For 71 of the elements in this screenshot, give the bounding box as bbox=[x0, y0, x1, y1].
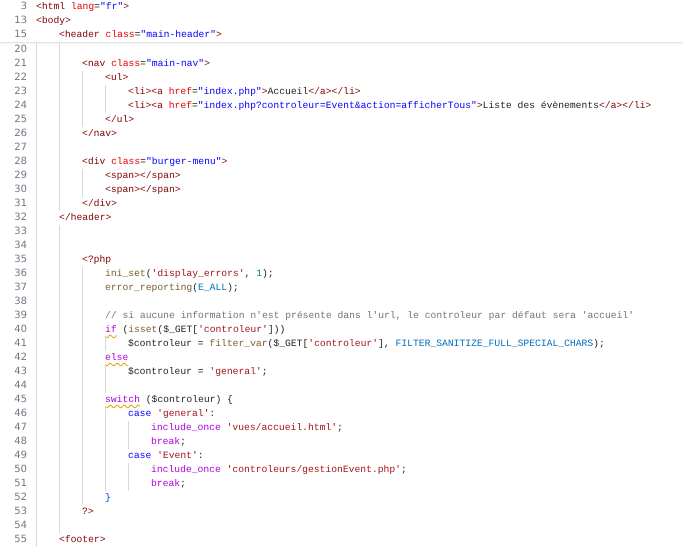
code-line[interactable]: <footer> bbox=[59, 533, 106, 547]
line-number: 43 bbox=[13, 365, 27, 379]
line-number: 3 bbox=[20, 0, 27, 14]
code-line[interactable]: break; bbox=[151, 435, 186, 449]
line-number: 13 bbox=[13, 14, 27, 28]
code-line[interactable]: } bbox=[105, 491, 111, 505]
line-number: 33 bbox=[13, 225, 27, 239]
line-number: 53 bbox=[13, 505, 27, 519]
line-number: 32 bbox=[13, 211, 27, 225]
line-number: 44 bbox=[13, 379, 27, 393]
code-line[interactable]: <span></span> bbox=[105, 169, 181, 183]
code-line[interactable]: <?php bbox=[82, 253, 112, 267]
line-number: 34 bbox=[13, 239, 27, 253]
line-number: 38 bbox=[13, 295, 27, 309]
code-line[interactable]: <li><a href="index.php?controleur=Event&action=afficherTous">Liste des évènements</a></li> bbox=[128, 99, 652, 113]
code-line[interactable]: </nav> bbox=[82, 127, 117, 141]
line-number: 48 bbox=[13, 435, 27, 449]
code-line[interactable]: </ul> bbox=[105, 113, 134, 127]
code-line[interactable]: include_once 'controleurs/gestionEvent.php'; bbox=[151, 463, 407, 477]
line-number: 39 bbox=[13, 309, 27, 323]
line-number: 37 bbox=[13, 281, 27, 295]
line-number: 46 bbox=[13, 407, 27, 421]
code-line[interactable]: </div> bbox=[82, 197, 117, 211]
code-line[interactable]: $controleur = filter_var($_GET['controleur'], FILTER_SANITIZE_FULL_SPECIAL_CHARS); bbox=[128, 337, 605, 351]
code-line[interactable]: <ul> bbox=[105, 71, 128, 85]
code-line[interactable]: <nav class="main-nav"> bbox=[82, 57, 210, 71]
code-line[interactable]: include_once 'vues/accueil.html'; bbox=[151, 421, 343, 435]
code-line[interactable]: $controleur = 'general'; bbox=[128, 365, 268, 379]
line-number: 52 bbox=[13, 491, 27, 505]
code-line[interactable]: case 'general': bbox=[128, 407, 216, 421]
code-line[interactable]: <html lang="fr"> bbox=[36, 0, 130, 14]
code-line[interactable]: </header> bbox=[59, 211, 112, 225]
line-number: 24 bbox=[13, 99, 27, 113]
line-number: 20 bbox=[13, 43, 27, 57]
line-number: 31 bbox=[13, 197, 27, 211]
code-line[interactable]: else bbox=[105, 351, 128, 365]
line-number: 50 bbox=[13, 463, 27, 477]
line-number: 36 bbox=[13, 267, 27, 281]
line-number: 40 bbox=[13, 323, 27, 337]
line-number: 26 bbox=[13, 127, 27, 141]
code-line[interactable]: error_reporting(E_ALL); bbox=[105, 281, 239, 295]
line-number: 21 bbox=[13, 57, 27, 71]
code-line[interactable]: <span></span> bbox=[105, 183, 181, 197]
line-number: 55 bbox=[13, 533, 27, 547]
line-number: 15 bbox=[13, 28, 27, 42]
code-line[interactable]: case 'Event': bbox=[128, 449, 204, 463]
line-number: 54 bbox=[13, 519, 27, 533]
code-line[interactable]: <li><a href="index.php">Accueil</a></li> bbox=[128, 85, 361, 99]
code-line[interactable]: <div class="burger-menu"> bbox=[82, 155, 228, 169]
line-number: 29 bbox=[13, 169, 27, 183]
line-number: 51 bbox=[13, 477, 27, 491]
line-number: 35 bbox=[13, 253, 27, 267]
line-number: 22 bbox=[13, 71, 27, 85]
code-line[interactable]: break; bbox=[151, 477, 186, 491]
line-number: 47 bbox=[13, 421, 27, 435]
code-line[interactable]: ?> bbox=[82, 505, 94, 519]
line-number: 23 bbox=[13, 85, 27, 99]
code-line[interactable]: switch ($controleur) { bbox=[105, 393, 233, 407]
line-number: 42 bbox=[13, 351, 27, 365]
line-number: 30 bbox=[13, 183, 27, 197]
line-number: 41 bbox=[13, 337, 27, 351]
code-line[interactable]: ini_set('display_errors', 1); bbox=[105, 267, 274, 281]
code-line[interactable]: // si aucune information n'est présente dans l'url, le controleur par défaut sera 'accueil' bbox=[105, 309, 634, 323]
line-number: 28 bbox=[13, 155, 27, 169]
line-number: 49 bbox=[13, 449, 27, 463]
code-line[interactable]: <body> bbox=[36, 14, 71, 28]
code-line[interactable]: <header class="main-header"> bbox=[59, 28, 222, 42]
line-number: 27 bbox=[13, 141, 27, 155]
code-line[interactable]: if (isset($_GET['controleur'])) bbox=[105, 323, 286, 337]
line-number: 45 bbox=[13, 393, 27, 407]
line-number: 25 bbox=[13, 113, 27, 127]
